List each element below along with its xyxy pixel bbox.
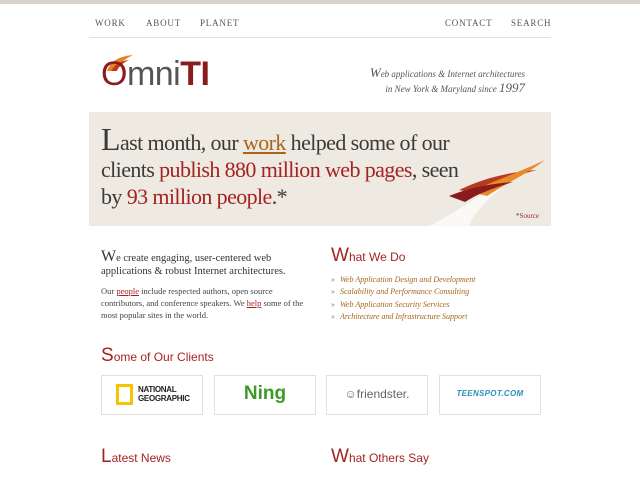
intro-body: e create engaging, user-centered web app… <box>101 253 286 277</box>
hero-banner: Last month, our work helped some of our … <box>89 112 551 226</box>
nav-work[interactable]: WORK <box>95 18 126 28</box>
logo-mni: mni <box>126 55 181 93</box>
service-label[interactable]: Scalability and Performance Consulting <box>340 287 469 296</box>
natgeo-logo-text: NATIONAL GEOGRAPHIC <box>138 385 190 403</box>
clients-rest: ome of Our Clients <box>113 350 214 364</box>
services-list: » Web Application Design and Development … <box>331 274 476 323</box>
service-label[interactable]: Web Application Design and Development <box>340 275 476 284</box>
logo-ti: TI <box>180 55 210 93</box>
hero-text-4: .* <box>271 184 288 209</box>
tagline-line-1-text: eb applications & Internet architectures <box>380 69 525 79</box>
client-national-geographic[interactable]: NATIONAL GEOGRAPHIC <box>101 375 203 415</box>
omniti-logo[interactable]: OmniTI <box>101 54 251 94</box>
service-item[interactable]: » Web Application Design and Development <box>331 274 476 286</box>
clients-heading: Some of Our Clients <box>101 345 214 367</box>
tagline-line-2-text: in New York & Maryland since <box>385 84 499 94</box>
what-we-do-rest: hat We Do <box>348 250 406 264</box>
ning-logo: Ning <box>243 383 287 404</box>
people-link[interactable]: people <box>116 286 139 296</box>
service-item[interactable]: » Scalability and Performance Consulting <box>331 286 476 298</box>
tagline: Web applications & Internet architecture… <box>370 66 525 96</box>
service-label[interactable]: Web Application Security Services <box>340 300 450 309</box>
clients-cap: S <box>101 345 114 366</box>
service-item[interactable]: » Web Application Security Services <box>331 299 476 311</box>
nav-divider <box>89 37 551 38</box>
teenspot-logo: TEENSPOT.COM <box>456 389 524 398</box>
natgeo-frame-icon <box>116 384 133 405</box>
help-link[interactable]: help <box>247 298 262 308</box>
bullet-icon: » <box>331 275 335 284</box>
intro-text: We create engaging, user-centered web ap… <box>101 248 311 278</box>
about-text-1: Our <box>101 286 117 296</box>
hero-people: 93 million people <box>126 184 273 209</box>
client-friendster[interactable]: ☺friendster. <box>326 375 428 415</box>
natgeo-line-2: GEOGRAPHIC <box>138 394 190 403</box>
top-nav: WORK ABOUT PLANET CONTACT SEARCH <box>0 14 640 38</box>
what-we-do-cap: W <box>331 245 349 266</box>
hero-pages: publish 880 million web pages <box>159 157 412 182</box>
hero-text-1: ast month, our <box>119 130 243 155</box>
bullet-icon: » <box>331 299 335 309</box>
nav-about[interactable]: ABOUT <box>146 18 181 28</box>
friendster-logo: ☺friendster. <box>344 387 410 401</box>
tagline-cap: W <box>369 65 381 80</box>
latest-news-rest: atest News <box>111 451 171 465</box>
nav-planet[interactable]: PLANET <box>200 18 239 28</box>
service-item[interactable]: » Architecture and Infrastructure Support <box>331 311 476 323</box>
tagline-year: 1997 <box>499 80 525 95</box>
latest-news-cap: L <box>101 446 112 467</box>
what-we-do-heading: What We Do <box>331 245 405 267</box>
source-note[interactable]: *Source <box>516 212 539 220</box>
tagline-line-2: in New York & Maryland since 1997 <box>370 81 525 96</box>
client-teenspot[interactable]: TEENSPOT.COM <box>439 375 541 415</box>
intro-cap: W <box>101 248 117 265</box>
tagline-line-1: Web applications & Internet architecture… <box>370 66 525 81</box>
bullet-icon: » <box>331 311 335 321</box>
hero-statement: Last month, our work helped some of our … <box>101 123 481 210</box>
nav-contact[interactable]: CONTACT <box>445 18 492 28</box>
source-link[interactable]: Source <box>520 212 539 220</box>
natgeo-line-1: NATIONAL <box>138 385 177 394</box>
service-label[interactable]: Architecture and Infrastructure Support <box>340 312 467 321</box>
others-say-rest: hat Others Say <box>348 451 429 465</box>
others-say-heading: What Others Say <box>331 446 429 468</box>
top-bar <box>0 0 640 4</box>
logo-o: O <box>101 55 127 93</box>
hero-cap: L <box>101 121 121 157</box>
hero-work-link[interactable]: work <box>243 130 286 155</box>
client-ning[interactable]: Ning <box>214 375 316 415</box>
latest-news-heading: Latest News <box>101 446 171 468</box>
bullet-icon: » <box>331 287 335 297</box>
logo-wordmark: OmniTI <box>101 54 210 94</box>
about-paragraph: Our people include respected authors, op… <box>101 285 316 321</box>
others-say-cap: W <box>331 446 349 467</box>
nav-search[interactable]: SEARCH <box>511 18 551 28</box>
